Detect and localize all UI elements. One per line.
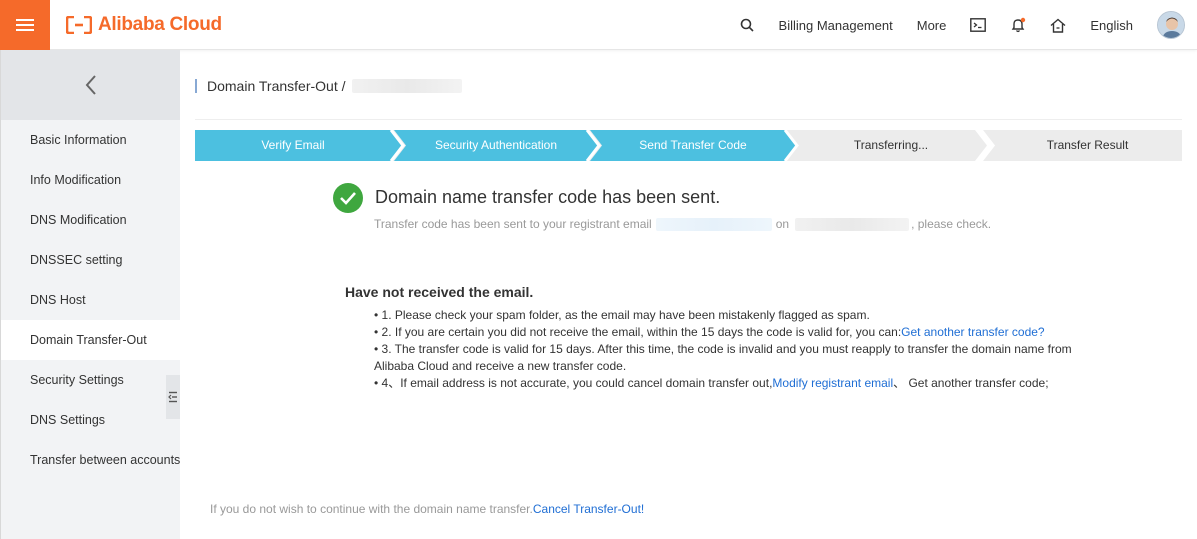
- collapse-icon: [168, 391, 177, 403]
- bell-icon: [1012, 17, 1026, 33]
- help-item-2-text: • 2. If you are certain you did not rece…: [374, 325, 902, 339]
- sub-suffix: , please check.: [911, 217, 992, 231]
- search-icon: [740, 18, 754, 32]
- more-menu[interactable]: More: [905, 18, 959, 33]
- help-title: Have not received the email.: [345, 284, 534, 300]
- sidebar-item-dns-modification[interactable]: DNS Modification: [1, 200, 180, 240]
- top-navbar: Alibaba Cloud Billing Management More En…: [0, 0, 1197, 50]
- sidebar-item-domain-transfer-out[interactable]: Domain Transfer-Out: [1, 320, 180, 360]
- sidebar-item-security-settings[interactable]: Security Settings: [1, 360, 180, 400]
- sidebar-item-dns-settings[interactable]: DNS Settings: [1, 400, 180, 440]
- back-button[interactable]: [1, 50, 180, 120]
- cancel-transfer-out-link[interactable]: Cancel Transfer-Out!: [533, 502, 644, 516]
- redacted-domain-name: [351, 79, 462, 93]
- title-accent-bar: [195, 79, 197, 93]
- check-circle-icon: [333, 183, 363, 213]
- step-transfer-result: Transfer Result: [1046, 138, 1129, 152]
- help-item-1: • 1. Please check your spam folder, as t…: [374, 308, 870, 322]
- main-content: Domain Transfer-Out / Verify Email Secur…: [180, 50, 1197, 539]
- get-another-code-link[interactable]: Get another transfer code?: [901, 325, 1044, 339]
- hamburger-icon: [16, 19, 34, 31]
- alibaba-logo-icon: [66, 16, 92, 34]
- help-item-4: • 4、If email address is not accurate, yo…: [374, 375, 1094, 392]
- title-divider: [195, 119, 1182, 120]
- help-item-3: • 3. The transfer code is valid for 15 d…: [374, 342, 1072, 373]
- sidebar-collapse-handle[interactable]: [166, 375, 180, 419]
- brand-name: Alibaba Cloud: [98, 14, 222, 35]
- success-message: Domain name transfer code has been sent.: [333, 183, 720, 213]
- transfer-steps: Verify Email Security Authentication Sen…: [195, 130, 1182, 161]
- hamburger-menu-button[interactable]: [0, 0, 50, 50]
- terminal-icon: [970, 18, 987, 32]
- cancel-note-text: If you do not wish to continue with the …: [210, 502, 533, 516]
- sidebar: Basic Information Info Modification DNS …: [0, 50, 180, 539]
- notifications-button[interactable]: [998, 0, 1038, 50]
- redacted-date: [795, 217, 910, 231]
- home-button[interactable]: [1038, 0, 1078, 50]
- alibaba-cloud-logo[interactable]: Alibaba Cloud: [66, 13, 222, 37]
- step-send-transfer-code: Send Transfer Code: [639, 138, 747, 152]
- home-icon: [1050, 18, 1066, 33]
- sidebar-item-dns-host[interactable]: DNS Host: [1, 280, 180, 320]
- step-security-authentication: Security Authentication: [434, 138, 558, 152]
- language-selector[interactable]: English: [1078, 18, 1145, 33]
- chevron-left-icon: [85, 75, 96, 95]
- step-verify-email: Verify Email: [261, 138, 325, 152]
- redacted-email: [655, 217, 772, 231]
- help-item-4-suffix: 、 Get another transfer code;: [893, 376, 1049, 390]
- user-avatar[interactable]: [1157, 11, 1185, 39]
- cancel-transfer-note: If you do not wish to continue with the …: [210, 502, 644, 516]
- page-title: Domain Transfer-Out /: [195, 78, 462, 94]
- terminal-button[interactable]: [958, 0, 998, 50]
- help-item-2: • 2. If you are certain you did not rece…: [374, 324, 1094, 341]
- modify-registrant-email-link[interactable]: Modify registrant email: [772, 376, 893, 390]
- sidebar-item-dnssec-setting[interactable]: DNSSEC setting: [1, 240, 180, 280]
- sidebar-item-info-modification[interactable]: Info Modification: [1, 160, 180, 200]
- page-title-text: Domain Transfer-Out /: [207, 78, 346, 94]
- sub-on: on: [775, 217, 790, 231]
- sidebar-item-basic-information[interactable]: Basic Information: [1, 120, 180, 160]
- top-right-toolbar: Billing Management More English: [727, 0, 1197, 50]
- success-subtitle: Transfer code has been sent to your regi…: [374, 217, 991, 231]
- help-list: • 1. Please check your spam folder, as t…: [374, 307, 1094, 392]
- billing-management-link[interactable]: Billing Management: [767, 18, 905, 33]
- sub-prefix: Transfer code has been sent to your regi…: [374, 217, 652, 231]
- help-item-4-text: • 4、If email address is not accurate, yo…: [374, 376, 773, 390]
- step-transferring: Transferring...: [853, 138, 929, 152]
- sidebar-item-transfer-between-accounts[interactable]: Transfer between accounts: [1, 440, 180, 480]
- avatar-icon: [1158, 12, 1184, 38]
- success-title: Domain name transfer code has been sent.: [375, 187, 721, 207]
- search-button[interactable]: [727, 0, 767, 50]
